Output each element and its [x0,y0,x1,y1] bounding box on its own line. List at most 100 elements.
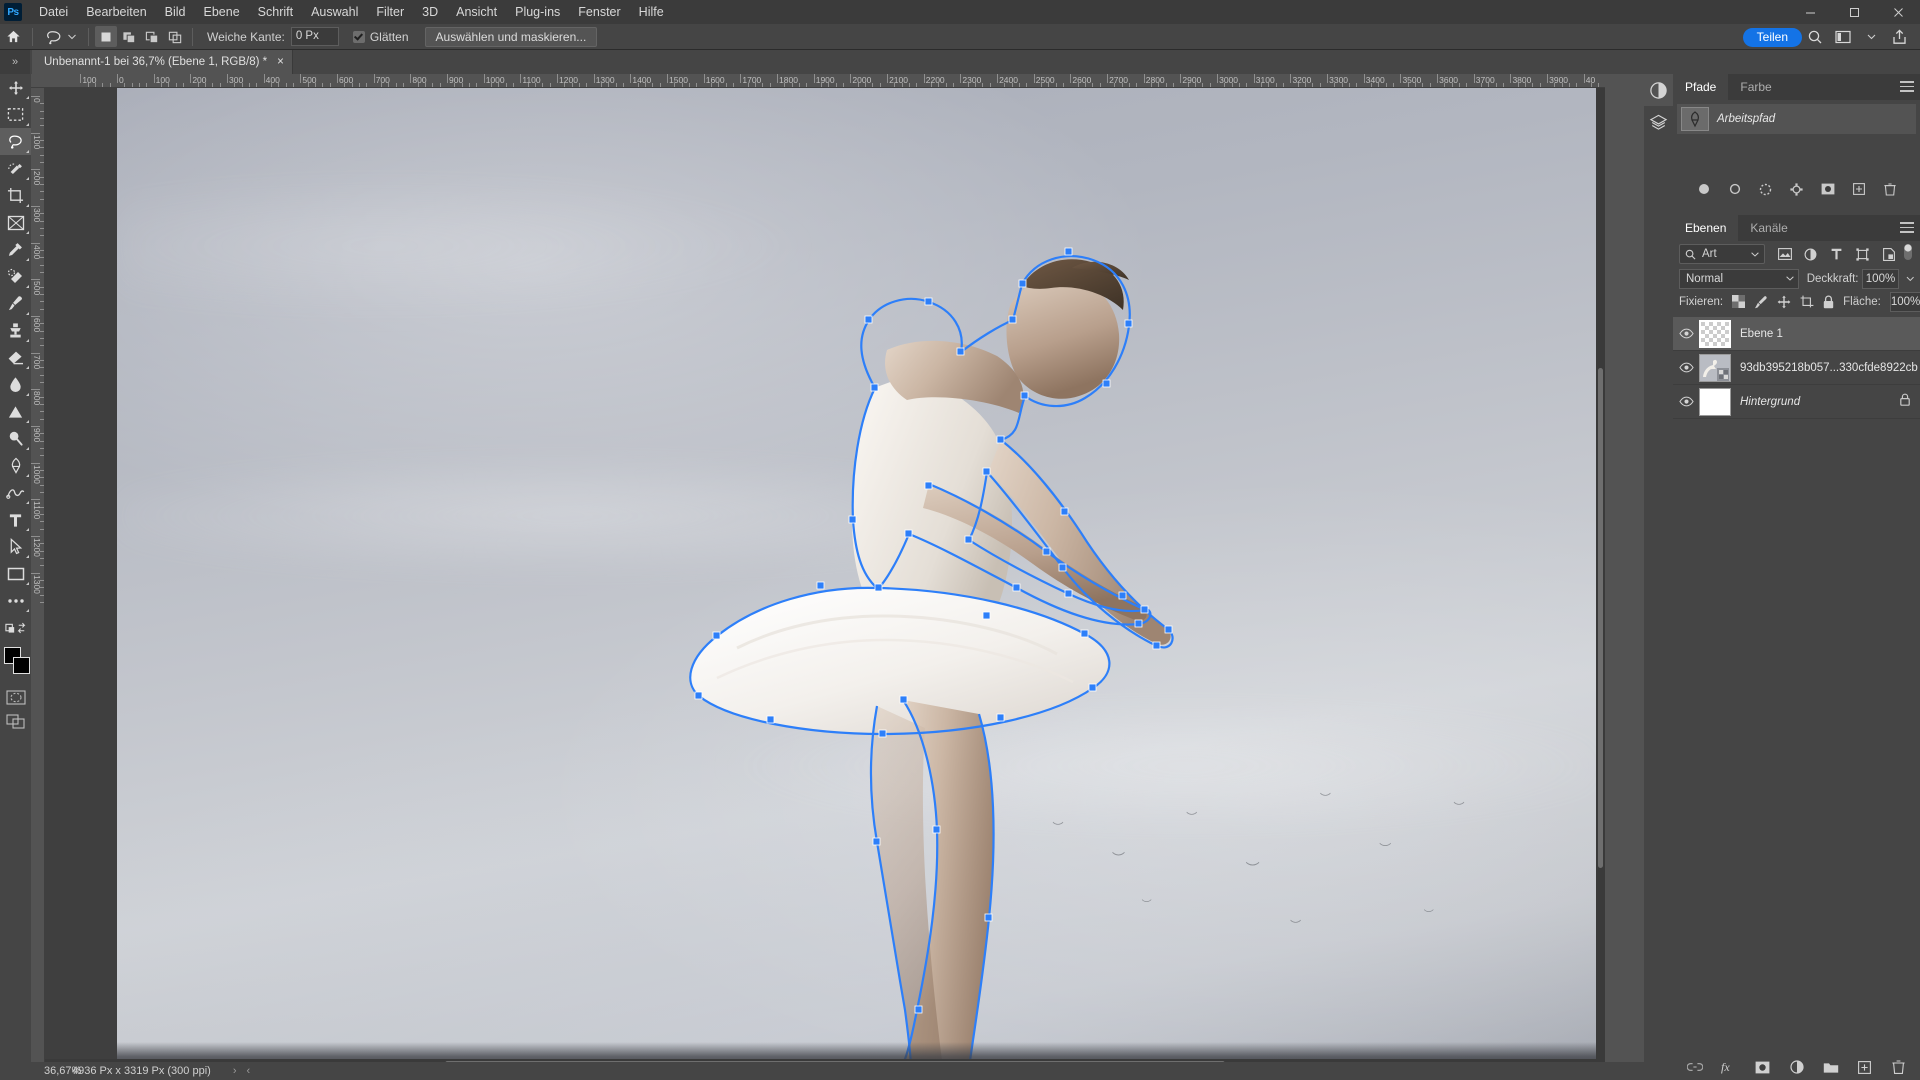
workspace-icon[interactable] [1830,24,1856,50]
document-tab[interactable]: Unbenannt-1 bei 36,7% (Ebene 1, RGB/8) *… [32,50,293,74]
chevron-down-icon[interactable] [1858,24,1884,50]
new-adjustment-layer-icon[interactable] [1788,1058,1806,1076]
clone-stamp-tool[interactable] [0,317,31,344]
pen-tool[interactable] [0,452,31,479]
type-tool[interactable] [0,506,31,533]
share-export-icon[interactable] [1886,24,1912,50]
filter-shape-icon[interactable] [1855,246,1870,262]
add-to-selection-button[interactable] [118,26,140,47]
antialias-checkbox[interactable]: Glätten [352,30,409,44]
stroke-path-icon[interactable] [1726,180,1744,198]
new-layer-icon[interactable] [1856,1058,1874,1076]
delete-layer-icon[interactable] [1890,1058,1908,1076]
eyedropper-tool[interactable] [0,236,31,263]
filter-pixel-icon[interactable] [1777,246,1792,262]
load-selection-icon[interactable] [1757,180,1775,198]
eye-icon[interactable] [1673,328,1699,339]
rectangular-marquee-tool[interactable] [0,101,31,128]
menu-ebene[interactable]: Ebene [195,2,249,22]
layer-name[interactable]: 93db395218b057...330cfde8922cb [1740,362,1918,374]
color-swatches[interactable] [0,645,31,685]
zoom-level[interactable]: 36,67% [0,1065,81,1077]
menu-hilfe[interactable]: Hilfe [630,2,673,22]
maximize-button[interactable] [1832,0,1876,24]
subtract-from-selection-button[interactable] [141,26,163,47]
search-icon[interactable] [1802,24,1828,50]
add-layer-mask-icon[interactable] [1754,1058,1772,1076]
path-row-arbeitspfad[interactable]: Arbeitspfad [1677,104,1916,134]
minimize-button[interactable] [1788,0,1832,24]
layer-row-ebene-1[interactable]: Ebene 1 [1673,317,1920,351]
vertical-scrollbar[interactable] [1596,88,1605,1068]
quick-selection-tool[interactable] [0,155,31,182]
filter-adjustment-icon[interactable] [1803,246,1818,262]
status-arrow-right[interactable]: › [233,1065,237,1077]
panel-menu-icon[interactable] [1900,222,1914,236]
tool-preset-picker[interactable] [39,29,82,45]
layer-name[interactable]: Ebene 1 [1740,328,1783,340]
canvas-area[interactable]: ︶ ︶ ︶ ︶ ︶ ︶ ︶ ︶ ︶ ︶ ︶ [45,88,1605,1068]
toolbar-expander[interactable]: » [0,50,30,74]
menu-datei[interactable]: Datei [30,2,77,22]
filter-type-icon[interactable] [1829,246,1844,262]
lasso-tool[interactable] [0,128,31,155]
blend-mode-select[interactable]: Normal [1679,268,1799,289]
more-tools[interactable] [0,587,31,614]
menu-filter[interactable]: Filter [367,2,413,22]
add-mask-icon[interactable] [1819,180,1837,198]
menu-schrift[interactable]: Schrift [249,2,302,22]
frame-tool[interactable] [0,209,31,236]
close-icon[interactable]: × [277,56,284,68]
document-dimensions[interactable]: 4936 Px x 3319 Px (300 ppi) [72,1065,211,1077]
freeform-pen-tool[interactable] [0,479,31,506]
quick-mask-icon[interactable] [0,685,31,709]
close-button[interactable] [1876,0,1920,24]
layer-thumbnail-transparent[interactable] [1699,319,1731,348]
layers-stack-icon[interactable] [1644,106,1673,138]
home-icon[interactable] [0,24,26,50]
menu-3d[interactable]: 3D [413,2,447,22]
screen-mode-icon[interactable] [0,709,31,733]
eraser-tool[interactable] [0,344,31,371]
eye-icon[interactable] [1673,362,1699,373]
eye-icon[interactable] [1673,396,1699,407]
lock-image-icon[interactable] [1754,294,1768,310]
tab-farbe[interactable]: Farbe [1728,74,1783,100]
menu-bild[interactable]: Bild [156,2,195,22]
link-layers-icon[interactable] [1686,1058,1704,1076]
move-tool[interactable] [0,74,31,101]
tab-pfade[interactable]: Pfade [1673,74,1729,100]
delete-path-icon[interactable] [1881,180,1899,198]
opacity-value[interactable]: 100% [1862,268,1899,289]
rectangle-tool[interactable] [0,560,31,587]
menu-ansicht[interactable]: Ansicht [447,2,506,22]
new-selection-button[interactable] [95,26,117,47]
menu-plugins[interactable]: Plug-ins [506,2,569,22]
intersect-selection-button[interactable] [164,26,186,47]
layer-name[interactable]: Hintergrund [1740,396,1800,408]
share-button[interactable]: Teilen [1742,28,1802,47]
dodge-tool[interactable] [0,398,31,425]
layer-style-fx-icon[interactable]: fx [1720,1058,1738,1076]
layer-thumbnail-dancer[interactable] [1699,353,1731,382]
feather-input[interactable]: 0 Px [290,27,339,46]
new-path-icon[interactable] [1850,180,1868,198]
crop-tool[interactable] [0,182,31,209]
fill-path-icon[interactable] [1695,180,1713,198]
layer-thumbnail-white[interactable] [1699,387,1731,416]
layer-row-hintergrund[interactable]: Hintergrund [1673,385,1920,419]
layer-row-image[interactable]: 93db395218b057...330cfde8922cb [1673,351,1920,385]
make-work-path-icon[interactable] [1788,180,1806,198]
gradient-tool[interactable] [0,371,31,398]
path-selection-tool[interactable] [0,533,31,560]
spot-healing-brush-tool[interactable] [0,263,31,290]
filter-toggle[interactable] [1902,242,1914,267]
menu-auswahl[interactable]: Auswahl [302,2,367,22]
lock-transparency-icon[interactable] [1732,294,1746,310]
status-arrow-left[interactable]: ‹ [246,1065,250,1077]
edit-toolbar[interactable] [0,614,31,641]
lock-artboard-icon[interactable] [1800,294,1814,310]
lock-position-icon[interactable] [1777,294,1791,310]
brush-tool[interactable] [0,290,31,317]
select-and-mask-button[interactable]: Auswählen und maskieren... [424,26,598,47]
